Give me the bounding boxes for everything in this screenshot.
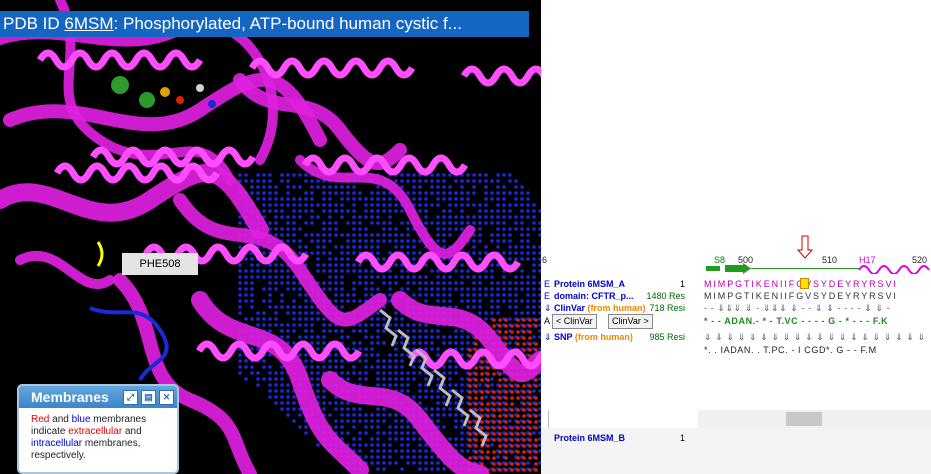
seq-row-protein-b[interactable]: Protein 6MSM_B 1 — [541, 432, 931, 444]
horizontal-scrollbar[interactable] — [698, 410, 931, 428]
row-number: 1480 Res — [646, 291, 685, 301]
pdb-id-link[interactable]: 6MSM — [64, 14, 113, 33]
row-number: 1 — [679, 279, 685, 289]
and-word-2: and — [122, 426, 142, 437]
row-number: 718 Resi — [649, 303, 685, 313]
row-sequence: * - - ADAN.- * - T.VC - - - - G - * - - … — [704, 316, 889, 326]
membranes-header: Membranes ⤢ ▤ ✕ — [19, 386, 177, 408]
row-sequence: *. . IADAN. . T.PC. - I CGD*. G - - F.M — [704, 345, 877, 355]
phe508-sidechain — [96, 241, 104, 267]
row-number: 1 — [679, 433, 685, 443]
row-gutter: E — [544, 291, 551, 301]
seq-row-clinvar[interactable]: ⇓ ClinVar (from human) 718 Resi - - ⇓⇓⇓ … — [541, 302, 931, 314]
structure-title: PDB ID 6MSM: Phosphorylated, ATP-bound h… — [0, 11, 529, 37]
seq-row-snp-annot: *. . IADAN. . T.PC. - I CGD*. G - - F.M — [541, 344, 931, 356]
helix-wave — [858, 265, 930, 274]
expand-icon[interactable]: ⤢ — [123, 390, 138, 405]
seq-row-domain[interactable]: E domain: CFTR_p... 1480 Res MIMPGTIKENI… — [541, 290, 931, 302]
row-gutter: ⇓ — [544, 303, 552, 313]
strand-arrow — [725, 263, 751, 274]
and-word: and — [49, 414, 72, 425]
row-name[interactable]: domain: CFTR_p... — [554, 290, 634, 302]
row-name[interactable]: Protein 6MSM_B — [554, 432, 625, 444]
row-name[interactable]: SNP — [554, 332, 572, 342]
selected-residue-highlight — [800, 278, 809, 289]
row-gutter: ⇓ — [544, 332, 552, 342]
title-prefix: PDB ID — [3, 14, 60, 33]
extracellular-word: extracellular — [68, 426, 123, 437]
row-sequence[interactable]: - - ⇓⇓⇓ ⇓ - ⇓⇓⇓ ⇓ - - ⇓ ⇓ - - - - ⇓ ⇓ - — [704, 302, 890, 314]
title-rest: : Phosphorylated, ATP-bound human cystic… — [113, 14, 462, 33]
row-name[interactable]: Protein 6MSM_A — [554, 278, 625, 290]
sequence-panel: 6 S8 500 510 H17 520 E Protein 6MSM_A 1 … — [541, 0, 931, 474]
red-word: Red — [31, 414, 50, 425]
seq-row-clinvar-annot: A * - - ADAN.- * - T.VC - - - - G - * - … — [541, 315, 931, 327]
row-number: 985 Resi — [649, 332, 685, 342]
row-name[interactable]: ClinVar — [554, 303, 585, 313]
save-icon[interactable]: ▤ — [141, 390, 156, 405]
row-gutter: A — [544, 316, 551, 326]
clinvar-prev-button[interactable]: < ClinVar — [552, 314, 597, 329]
membranes-panel: Membranes ⤢ ▤ ✕ Red and blue membranes i… — [17, 384, 179, 474]
strand-bar — [706, 266, 720, 271]
secondary-structure-track — [706, 235, 930, 274]
close-icon[interactable]: ✕ — [159, 390, 174, 405]
intracellular-word: intracellular — [31, 438, 83, 449]
structure-viewer[interactable]: PDB ID 6MSM: Phosphorylated, ATP-bound h… — [0, 0, 541, 474]
row-source: (from human) — [587, 303, 646, 313]
scrollbar-thumb[interactable] — [786, 412, 822, 426]
blue-word: blue — [71, 414, 91, 425]
position-marker-arrow — [796, 235, 814, 259]
seq-row-protein-a[interactable]: E Protein 6MSM_A 1 MIMPGTIKENIIFGVSYDEYR… — [541, 278, 931, 290]
membranes-title: Membranes — [31, 389, 109, 405]
row-sequence[interactable]: ⇓ ⇓ ⇓ ⇓ ⇓ ⇓ ⇓ ⇓ ⇓ ⇓ ⇓ ⇓ ⇓ ⇓ ⇓ ⇓ ⇓ ⇓ ⇓ ⇓ — [704, 331, 926, 343]
residue-label: PHE508 — [122, 253, 198, 275]
seq-row-snp[interactable]: ⇓ SNP (from human) 985 Resi ⇓ ⇓ ⇓ ⇓ ⇓ ⇓ … — [541, 331, 931, 343]
membranes-description: Red and blue membranes indicate extracel… — [19, 408, 177, 462]
extracellular-membrane-dots — [468, 318, 538, 472]
row-source: (from human) — [574, 332, 633, 342]
row-sequence[interactable]: MIMPGTIKENIIFGVSYDEYRYRSVI — [704, 290, 898, 302]
row-gutter: E — [544, 279, 551, 289]
clinvar-next-button[interactable]: ClinVar > — [608, 314, 653, 329]
